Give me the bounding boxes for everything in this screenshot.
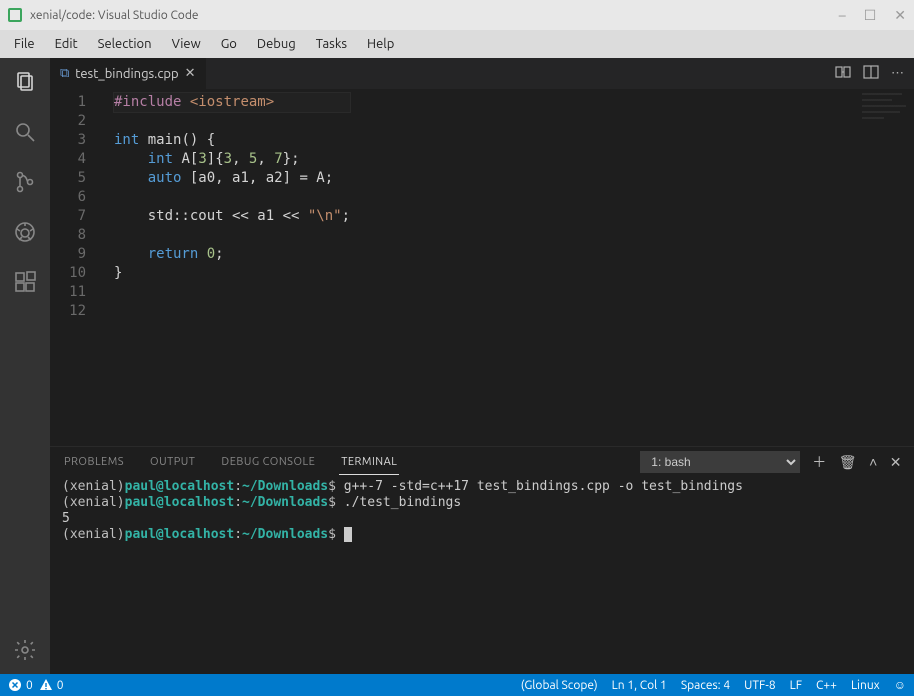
panel-tab-output[interactable]: OUTPUT bbox=[148, 450, 197, 474]
status-indent[interactable]: Spaces: 4 bbox=[681, 679, 730, 692]
compare-changes-icon[interactable] bbox=[835, 64, 851, 83]
editor-tabs: ⧉ test_bindings.cpp ✕ ⋯ bbox=[50, 58, 914, 89]
close-window-button[interactable]: ✕ bbox=[894, 7, 906, 24]
menu-selection[interactable]: Selection bbox=[88, 33, 162, 55]
menu-edit[interactable]: Edit bbox=[45, 33, 88, 55]
terminal[interactable]: (xenial)paul@localhost:~/Downloads$ g++-… bbox=[50, 477, 914, 674]
minimap[interactable] bbox=[862, 93, 912, 127]
code-area[interactable]: #include <iostream> int main() { int A[3… bbox=[100, 89, 350, 446]
menu-tasks[interactable]: Tasks bbox=[306, 33, 357, 55]
extensions-icon[interactable] bbox=[11, 268, 39, 296]
panel-tab-debug-console[interactable]: DEBUG CONSOLE bbox=[219, 450, 317, 474]
status-encoding[interactable]: UTF-8 bbox=[744, 679, 775, 692]
status-error-count: 0 bbox=[26, 679, 33, 692]
status-warnings[interactable]: 0 bbox=[39, 678, 64, 692]
kill-terminal-icon[interactable]: 🗑 bbox=[839, 454, 857, 471]
menubar: File Edit Selection View Go Debug Tasks … bbox=[0, 30, 914, 58]
panel-tab-terminal[interactable]: TERMINAL bbox=[339, 450, 399, 475]
window-titlebar: xenial/code: Visual Studio Code – ☐ ✕ bbox=[0, 0, 914, 30]
editor-group: ⧉ test_bindings.cpp ✕ ⋯ 123456789101112 … bbox=[50, 58, 914, 674]
status-scope[interactable]: (Global Scope) bbox=[521, 679, 598, 692]
status-language[interactable]: C++ bbox=[816, 679, 837, 692]
menu-help[interactable]: Help bbox=[357, 33, 404, 55]
panel-tab-problems[interactable]: PROBLEMS bbox=[62, 450, 126, 474]
menu-debug[interactable]: Debug bbox=[247, 33, 306, 55]
activity-bar bbox=[0, 58, 50, 674]
app-icon bbox=[8, 8, 22, 22]
status-eol[interactable]: LF bbox=[790, 679, 802, 692]
status-warning-count: 0 bbox=[57, 679, 64, 692]
settings-gear-icon[interactable] bbox=[11, 636, 39, 664]
tab-test-bindings[interactable]: ⧉ test_bindings.cpp ✕ bbox=[50, 58, 207, 89]
status-feedback-icon[interactable]: ☺ bbox=[894, 678, 906, 692]
panel-tabs: PROBLEMS OUTPUT DEBUG CONSOLE TERMINAL 1… bbox=[50, 447, 914, 477]
line-gutter: 123456789101112 bbox=[50, 89, 100, 446]
minimize-button[interactable]: – bbox=[839, 7, 846, 24]
menu-file[interactable]: File bbox=[4, 33, 45, 55]
close-tab-icon[interactable]: ✕ bbox=[185, 66, 196, 81]
bottom-panel: PROBLEMS OUTPUT DEBUG CONSOLE TERMINAL 1… bbox=[50, 446, 914, 674]
more-actions-icon[interactable]: ⋯ bbox=[891, 66, 904, 81]
menu-go[interactable]: Go bbox=[211, 33, 247, 55]
maximize-panel-icon[interactable]: ˄ bbox=[869, 454, 878, 470]
terminal-select[interactable]: 1: bash bbox=[640, 451, 800, 473]
search-icon[interactable] bbox=[11, 118, 39, 146]
debug-icon[interactable] bbox=[11, 218, 39, 246]
cpp-file-icon: ⧉ bbox=[60, 66, 69, 81]
status-cursor-pos[interactable]: Ln 1, Col 1 bbox=[612, 679, 667, 692]
maximize-button[interactable]: ☐ bbox=[864, 7, 877, 24]
status-bar: 0 0 (Global Scope) Ln 1, Col 1 Spaces: 4… bbox=[0, 674, 914, 696]
status-errors[interactable]: 0 bbox=[8, 678, 33, 692]
tab-label: test_bindings.cpp bbox=[75, 67, 178, 81]
menu-view[interactable]: View bbox=[162, 33, 211, 55]
status-os[interactable]: Linux bbox=[851, 679, 880, 692]
source-control-icon[interactable] bbox=[11, 168, 39, 196]
split-editor-icon[interactable] bbox=[863, 64, 879, 83]
window-title: xenial/code: Visual Studio Code bbox=[30, 9, 198, 22]
editor[interactable]: 123456789101112 #include <iostream> int … bbox=[50, 89, 914, 446]
explorer-icon[interactable] bbox=[11, 68, 39, 96]
close-panel-icon[interactable]: ✕ bbox=[890, 454, 902, 471]
new-terminal-icon[interactable]: ＋ bbox=[812, 452, 827, 472]
